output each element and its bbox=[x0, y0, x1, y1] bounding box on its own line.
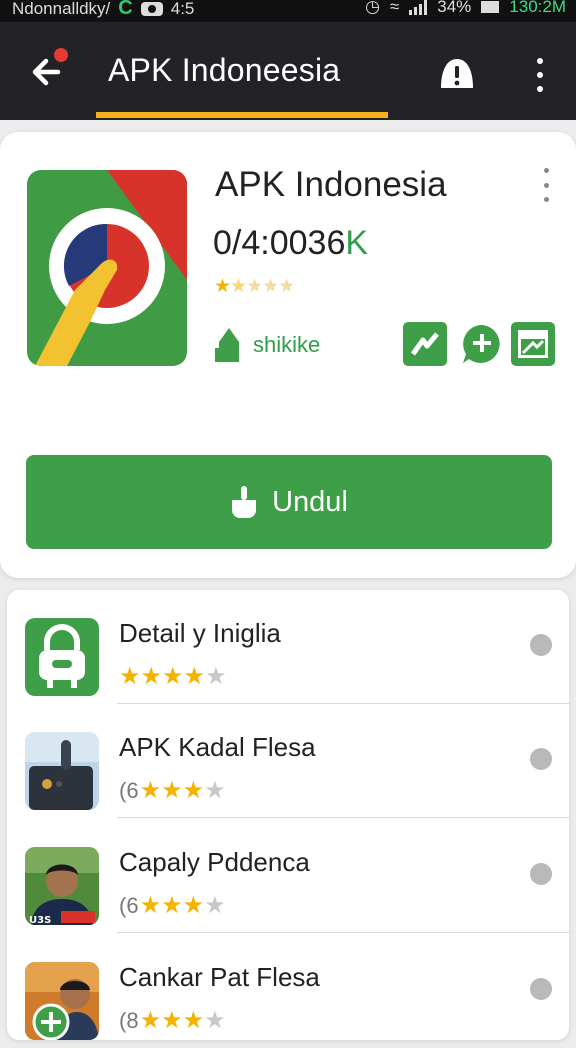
wifi-icon: ≈ bbox=[389, 0, 400, 16]
download-button[interactable]: Undul bbox=[26, 455, 552, 549]
signal-icon bbox=[409, 0, 428, 15]
app-version: 0/4:0036K bbox=[213, 224, 368, 263]
battery-icon bbox=[481, 1, 500, 13]
tab-indicator bbox=[96, 112, 388, 118]
app-notification-icon: C bbox=[118, 0, 133, 19]
radio-indicator[interactable] bbox=[530, 863, 552, 885]
divider bbox=[117, 932, 569, 933]
person-photo-icon: U3S bbox=[25, 847, 99, 925]
list-item[interactable]: Cankar Pat Flesa (8 ★★★ ★ bbox=[7, 934, 569, 1048]
app-bar: APK Indoneesia bbox=[0, 22, 576, 120]
alert-icon[interactable] bbox=[437, 56, 477, 92]
list-item-title: APK Kadal Flesa bbox=[119, 732, 316, 762]
list-item-title: Cankar Pat Flesa bbox=[119, 962, 320, 992]
svg-text:U3S: U3S bbox=[29, 915, 51, 925]
developer-name: shikike bbox=[253, 332, 321, 357]
divider bbox=[117, 817, 569, 818]
hand-icon bbox=[232, 486, 257, 518]
notification-time: 4:5 bbox=[170, 0, 195, 18]
battery-percent: 34% bbox=[437, 0, 472, 16]
developer-link[interactable]: shikike bbox=[215, 328, 320, 362]
lock-robot-icon bbox=[25, 618, 99, 696]
list-item-rating: (6 ★★★ ★ bbox=[119, 892, 226, 919]
list-item[interactable]: Detail y Iniglia ★★★★ ★ bbox=[7, 590, 569, 704]
list-item-rating: ★★★★ ★ bbox=[119, 663, 227, 690]
alarm-icon: ◷ bbox=[365, 0, 380, 16]
notification-dot bbox=[54, 48, 68, 62]
device-photo-icon bbox=[25, 732, 99, 810]
list-item-title: Detail y Iniglia bbox=[119, 618, 281, 648]
card-overflow-icon[interactable] bbox=[541, 168, 551, 202]
version-suffix: K bbox=[345, 224, 369, 262]
developer-icon bbox=[215, 328, 239, 362]
app-rating: ★★★★★ bbox=[214, 276, 295, 297]
list-item-rating: (6 ★★★ ★ bbox=[119, 777, 226, 804]
list-item[interactable]: APK Kadal Flesa (6 ★★★ ★ bbox=[7, 704, 569, 818]
status-bar: Ndonnalldky/ C 4:5 ◷ ≈ 34% 130:2M bbox=[0, 0, 576, 22]
overflow-menu-icon[interactable] bbox=[528, 58, 552, 92]
add-comment-icon[interactable] bbox=[460, 322, 504, 366]
app-logo-icon bbox=[27, 170, 187, 366]
related-apps-list: Detail y Iniglia ★★★★ ★ APK Kadal Flesa (… bbox=[7, 590, 569, 1040]
radio-indicator[interactable] bbox=[530, 634, 552, 656]
radio-indicator[interactable] bbox=[530, 748, 552, 770]
person-add-photo-icon bbox=[25, 962, 99, 1040]
clock: 130:2M bbox=[509, 0, 566, 16]
radio-indicator[interactable] bbox=[530, 978, 552, 1000]
gallery-icon[interactable] bbox=[511, 322, 555, 366]
app-header-card: APK Indonesia 0/4:0036K ★★★★★ shikike Un… bbox=[0, 132, 576, 578]
camera-icon bbox=[140, 1, 163, 16]
page-title: APK Indoneesia bbox=[108, 52, 341, 88]
app-name: APK Indonesia bbox=[215, 165, 447, 204]
list-item[interactable]: U3S Capaly Pddenca (6 ★★★ ★ bbox=[7, 819, 569, 933]
list-item-rating: (8 ★★★ ★ bbox=[119, 1007, 226, 1034]
share-action-icon[interactable] bbox=[403, 322, 447, 366]
version-main: 0/4:0036 bbox=[213, 224, 346, 262]
carrier-label: Ndonnalldky/ bbox=[12, 0, 111, 18]
list-item-title: Capaly Pddenca bbox=[119, 847, 310, 877]
download-label: Undul bbox=[272, 485, 348, 518]
